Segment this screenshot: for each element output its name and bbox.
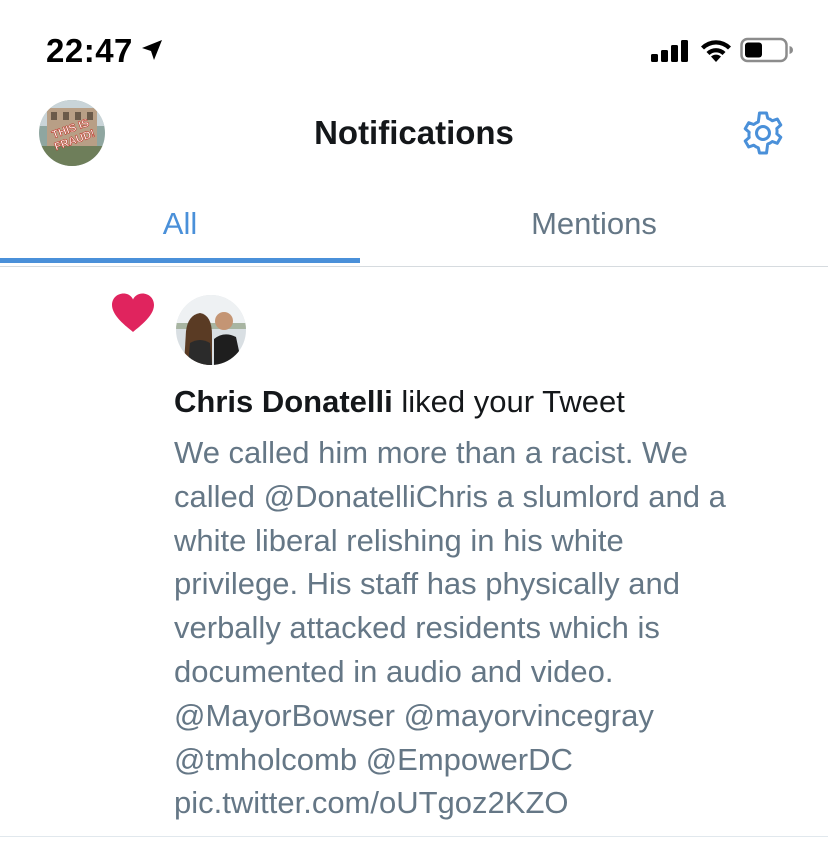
tweet-line: privilege. His staff has physically and [174,566,681,602]
battery-icon [740,37,793,63]
tab-all[interactable]: All [0,182,360,266]
tweet-line: @tmholcomb @EmpowerDC [174,741,573,777]
tweet-line: pic.twitter.com/oUTgoz2KZO [174,785,569,821]
tweet-text[interactable]: We called him more than a racist. We cal… [174,431,814,825]
active-tab-indicator [0,258,360,263]
user-avatar[interactable] [176,295,246,365]
status-time: 22:47 [46,32,133,69]
location-arrow-icon [142,40,162,60]
tab-mentions[interactable]: Mentions [414,182,774,266]
notification-action: liked your Tweet [392,384,625,419]
cellular-signal-icon [651,40,688,62]
gear-icon[interactable] [739,109,787,157]
notification-summary: Chris Donatelli liked your Tweet [174,384,625,420]
tweet-line: called @DonatelliChris a slumlord and a [174,478,726,514]
wifi-icon [701,40,731,62]
tweet-line: documented in audio and video. [174,653,614,689]
page-title: Notifications [314,114,514,151]
tweet-line: @MayorBowser @mayorvincegray [174,697,654,733]
notification-user-name[interactable]: Chris Donatelli [174,384,393,419]
tweet-line: white liberal relishing in his white [174,522,624,558]
tweet-line: verbally attacked residents which is [174,610,660,646]
status-bar: 22:47 [0,0,828,100]
heart-icon [112,293,154,332]
notification-tabs: All Mentions [0,182,828,267]
user-avatar-image [176,295,246,365]
tweet-line: We called him more than a racist. We [174,435,688,470]
